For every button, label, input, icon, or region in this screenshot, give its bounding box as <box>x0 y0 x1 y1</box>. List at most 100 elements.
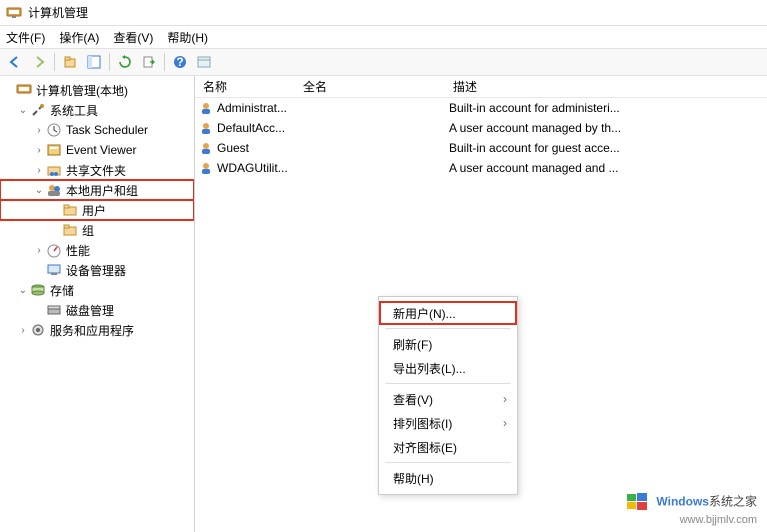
user-icon <box>199 161 213 175</box>
title-bar: 计算机管理 <box>0 0 767 26</box>
tree-users[interactable]: › 用户 <box>0 200 194 220</box>
list-row[interactable]: Administrat... Built-in account for admi… <box>195 98 767 118</box>
folder-icon <box>62 202 78 218</box>
expander-icon[interactable]: › <box>16 325 30 336</box>
watermark-zh: 系统之家 <box>709 495 757 509</box>
expander-icon[interactable]: › <box>32 245 46 256</box>
tree-label: 系统工具 <box>50 102 98 119</box>
shared-folder-icon <box>46 162 62 178</box>
tree-device-manager[interactable]: › 设备管理器 <box>0 260 194 280</box>
user-icon <box>199 101 213 115</box>
tree-services-apps[interactable]: › 服务和应用程序 <box>0 320 194 340</box>
menu-action[interactable]: 操作(A) <box>59 29 99 46</box>
device-manager-icon <box>46 262 62 278</box>
user-icon <box>199 121 213 135</box>
cell-name: WDAGUtilit... <box>217 161 288 175</box>
toolbar-separator <box>54 53 55 71</box>
export-button[interactable] <box>138 51 160 73</box>
users-group-icon <box>46 182 62 198</box>
tree-label: Event Viewer <box>66 143 136 157</box>
event-viewer-icon <box>46 142 62 158</box>
tree-groups[interactable]: › 组 <box>0 220 194 240</box>
list-row[interactable]: WDAGUtilit... A user account managed and… <box>195 158 767 178</box>
toolbar-separator <box>164 53 165 71</box>
clock-icon <box>46 122 62 138</box>
menu-view[interactable]: 查看(V) <box>113 29 153 46</box>
tree-root[interactable]: ▾ 计算机管理(本地) <box>0 80 194 100</box>
forward-button[interactable] <box>28 51 50 73</box>
tree-label: 本地用户和组 <box>66 182 138 199</box>
toolbar: ? <box>0 48 767 76</box>
expander-icon[interactable]: ⌄ <box>16 105 30 116</box>
app-icon <box>6 5 22 21</box>
menu-file[interactable]: 文件(F) <box>6 29 45 46</box>
user-icon <box>199 141 213 155</box>
disk-icon <box>46 302 62 318</box>
expander-icon[interactable]: › <box>32 145 46 156</box>
svg-text:?: ? <box>176 55 183 69</box>
cell-name: Administrat... <box>217 101 287 115</box>
properties-button[interactable] <box>193 51 215 73</box>
tree-shared-folders[interactable]: › 共享文件夹 <box>0 160 194 180</box>
tree-label: Task Scheduler <box>66 123 148 137</box>
list-header: 名称 全名 描述 <box>195 76 767 98</box>
list-row[interactable]: DefaultAcc... A user account managed by … <box>195 118 767 138</box>
tree-storage[interactable]: ⌄ 存储 <box>0 280 194 300</box>
window-title: 计算机管理 <box>28 4 88 21</box>
context-align-icons[interactable]: 对齐图标(E) <box>379 435 517 459</box>
tree-label: 用户 <box>82 202 106 219</box>
tree-label: 计算机管理(本地) <box>36 82 128 99</box>
tree-label: 服务和应用程序 <box>50 322 134 339</box>
context-menu: 新用户(N)... 刷新(F) 导出列表(L)... 查看(V) 排列图标(I)… <box>378 296 518 495</box>
context-separator <box>385 383 511 384</box>
column-fullname[interactable]: 全名 <box>295 78 445 95</box>
tree-label: 磁盘管理 <box>66 302 114 319</box>
tree-disk-management[interactable]: › 磁盘管理 <box>0 300 194 320</box>
windows-logo-icon <box>625 490 649 514</box>
context-separator <box>385 328 511 329</box>
cell-name: Guest <box>217 141 249 155</box>
expander-icon[interactable]: ⌄ <box>32 185 46 196</box>
tree-event-viewer[interactable]: › Event Viewer <box>0 140 194 160</box>
menu-help[interactable]: 帮助(H) <box>167 29 208 46</box>
tree-local-users-groups[interactable]: ⌄ 本地用户和组 <box>0 180 194 200</box>
back-button[interactable] <box>4 51 26 73</box>
context-export-list[interactable]: 导出列表(L)... <box>379 356 517 380</box>
menu-bar: 文件(F) 操作(A) 查看(V) 帮助(H) <box>0 26 767 48</box>
context-help[interactable]: 帮助(H) <box>379 466 517 490</box>
list-row[interactable]: Guest Built-in account for guest acce... <box>195 138 767 158</box>
refresh-button[interactable] <box>114 51 136 73</box>
cell-description: A user account managed by th... <box>445 121 767 135</box>
context-refresh[interactable]: 刷新(F) <box>379 332 517 356</box>
cell-description: Built-in account for administeri... <box>445 101 767 115</box>
watermark: Windows系统之家 www.bjjmlv.com <box>625 490 757 526</box>
storage-icon <box>30 282 46 298</box>
watermark-url: www.bjjmlv.com <box>625 514 757 526</box>
tree-system-tools[interactable]: ⌄ 系统工具 <box>0 100 194 120</box>
up-button[interactable] <box>59 51 81 73</box>
tree-label: 存储 <box>50 282 74 299</box>
folder-icon <box>62 222 78 238</box>
expander-icon[interactable]: ⌄ <box>16 285 30 296</box>
tree-performance[interactable]: › 性能 <box>0 240 194 260</box>
cell-description: Built-in account for guest acce... <box>445 141 767 155</box>
toolbar-separator <box>109 53 110 71</box>
tree-task-scheduler[interactable]: › Task Scheduler <box>0 120 194 140</box>
context-new-user[interactable]: 新用户(N)... <box>379 301 517 325</box>
services-icon <box>30 322 46 338</box>
expander-icon[interactable]: › <box>32 165 46 176</box>
help-button[interactable]: ? <box>169 51 191 73</box>
context-separator <box>385 462 511 463</box>
context-arrange-icons[interactable]: 排列图标(I) <box>379 411 517 435</box>
expander-icon[interactable]: › <box>32 125 46 136</box>
performance-icon <box>46 242 62 258</box>
column-description[interactable]: 描述 <box>445 78 767 95</box>
tree-label: 设备管理器 <box>66 262 126 279</box>
cell-name: DefaultAcc... <box>217 121 285 135</box>
watermark-brand: Windows <box>656 495 709 509</box>
tools-icon <box>30 102 46 118</box>
tree-pane: ▾ 计算机管理(本地) ⌄ 系统工具 › Task Scheduler › Ev… <box>0 76 195 532</box>
column-name[interactable]: 名称 <box>195 78 295 95</box>
context-view[interactable]: 查看(V) <box>379 387 517 411</box>
show-hide-tree-button[interactable] <box>83 51 105 73</box>
